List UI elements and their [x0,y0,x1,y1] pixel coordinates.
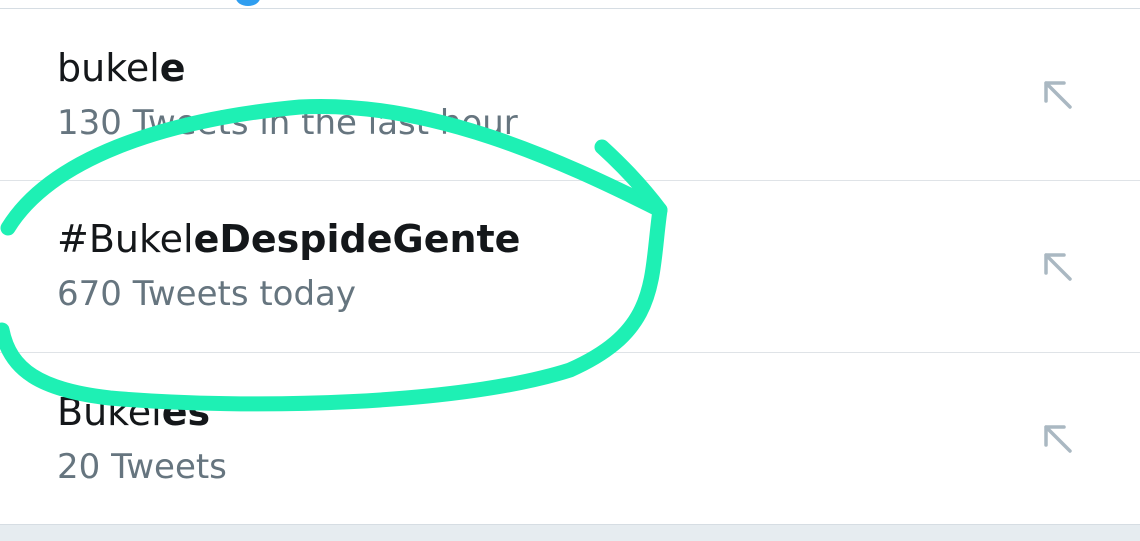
trend-tweet-count: 670 Tweets today [57,274,357,314]
progress-dot [236,0,260,6]
top-divider [0,0,1140,9]
trend-name: #BukeleDespideGente [57,220,520,258]
trend-name-bold: es [161,390,211,434]
trend-name-bold: eDespideGente [193,217,521,261]
trend-name: Bukeles [57,393,210,431]
trend-tweet-count: 130 Tweets in the last hour [57,103,518,143]
trend-name-normal: #Bukel [57,217,194,261]
arrow-up-left-icon[interactable] [1040,77,1076,113]
trend-name-normal: Bukel [57,390,162,434]
arrow-up-left-icon[interactable] [1040,249,1076,285]
trend-name-normal: bukel [57,46,160,90]
trend-name-bold: e [159,46,186,90]
trend-item-bukeles[interactable]: Bukeles 20 Tweets [0,353,1140,524]
arrow-up-left-icon[interactable] [1040,421,1076,457]
section-footer-band [0,524,1140,541]
trend-item-bukeledespidegente[interactable]: #BukeleDespideGente 670 Tweets today [0,181,1140,353]
trend-tweet-count: 20 Tweets [57,447,227,487]
trend-item-bukele[interactable]: bukele 130 Tweets in the last hour [0,9,1140,181]
trend-name: bukele [57,49,186,87]
